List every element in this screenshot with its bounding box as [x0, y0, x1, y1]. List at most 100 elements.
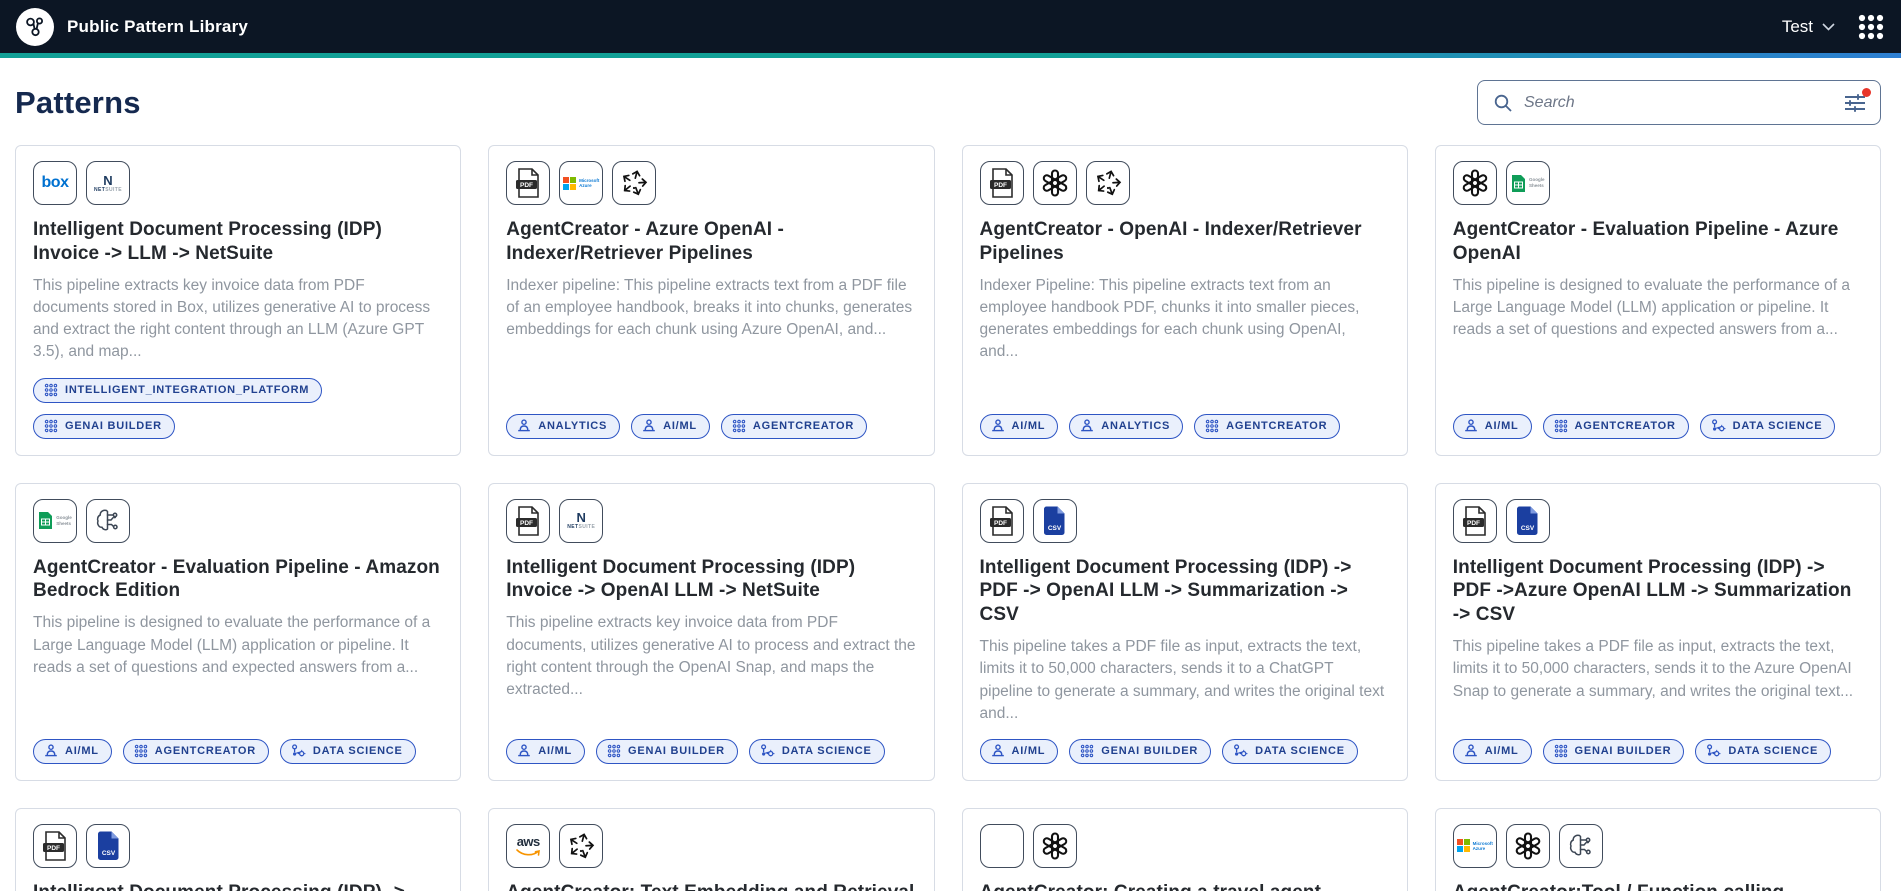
tag-label: AGENTCREATOR [1226, 420, 1328, 432]
person-icon [517, 419, 531, 433]
card-tags: AI/ML ANALYTICS AGENTCREATOR [979, 400, 1389, 439]
grid-dots-icon [1080, 744, 1094, 758]
pdf-file-icon: PDF [1452, 498, 1497, 543]
tag-label: ANALYTICS [1101, 420, 1171, 432]
card-tags: AI/ML AGENTCREATOR DATA SCIENCE [1452, 400, 1862, 439]
tag-ai-ml[interactable]: AI/ML [1452, 738, 1532, 764]
account-menu[interactable]: Test [1782, 17, 1835, 37]
netsuite-logo-icon: N NETSUITE [559, 498, 604, 543]
pattern-card[interactable]: PDF Microsoft Azure AgentCreator - Azure O… [488, 145, 935, 456]
tag-ai-ml[interactable]: AI/ML [33, 738, 112, 764]
integration-arrows-icon [612, 161, 657, 205]
tag-ai-ml[interactable]: AI/ML [979, 738, 1059, 764]
tag-label: AI/ML [1484, 420, 1519, 432]
search-input[interactable] [1524, 93, 1831, 112]
pattern-card[interactable]: AgentCreator: Creating a travel agent as… [961, 807, 1408, 891]
tag-genai-builder[interactable]: GENAI BUILDER [33, 413, 175, 439]
card-title: Intelligent Document Processing (IDP) In… [33, 219, 382, 264]
card-icons: box N NETSUITE [33, 161, 442, 205]
box-logo-icon: box [33, 161, 77, 205]
pattern-card[interactable]: PDF CSV Intelligent Document Processing (… [15, 807, 462, 891]
tag-analytics[interactable]: ANALYTICS [506, 413, 621, 439]
csv-file-icon: CSV [86, 823, 130, 868]
tag-ai-ml[interactable]: AI/ML [1452, 413, 1532, 439]
pattern-card[interactable]: PDF CSV Intelligent Document Processing (… [961, 482, 1408, 781]
svg-text:CSV: CSV [1521, 525, 1535, 532]
grid-dots-icon [44, 419, 58, 433]
chevron-down-icon [1822, 22, 1835, 31]
magnifier-icon [1494, 94, 1512, 112]
person-icon [991, 419, 1005, 433]
tag-label: AI/ML [663, 420, 697, 432]
tag-label: GENAI BUILDER [628, 745, 725, 758]
openai-logo-icon [1032, 161, 1077, 205]
tag-agentcreator[interactable]: AGENTCREATOR [1194, 413, 1341, 439]
azure-logo-icon: Microsoft Azure [559, 161, 604, 205]
svg-text:PDF: PDF [47, 845, 60, 852]
svg-text:PDF: PDF [1467, 520, 1480, 527]
apps-waffle-icon[interactable] [1857, 13, 1885, 41]
pattern-card[interactable]: PDF AgentCreator - OpenAI - Indexer/Retr… [961, 145, 1408, 456]
card-icons: aws [506, 823, 915, 868]
accent-divider [0, 53, 1901, 58]
person-icon [642, 419, 656, 433]
tag-data-science[interactable]: DATA SCIENCE [1699, 413, 1836, 439]
openai-logo-icon [1032, 823, 1077, 868]
filter-button[interactable] [1842, 87, 1871, 115]
person-icon [1080, 419, 1094, 433]
pattern-card[interactable]: MicrosoftAzure AgentCreator:Tool / Funct… [1434, 807, 1881, 891]
tag-data-science[interactable]: DATA SCIENCE [279, 738, 416, 764]
tag-ai-ml[interactable]: AI/ML [631, 413, 710, 439]
grid-dots-icon [134, 744, 148, 758]
card-icons: Microsoft Azure [1452, 823, 1862, 868]
pattern-card[interactable]: Google Sheets AgentCreator - Evaluation P… [1434, 145, 1881, 456]
tag-genai-builder[interactable]: GENAI BUILDER [1542, 738, 1685, 764]
tag-agentcreator[interactable]: AGENTCREATOR [122, 738, 269, 764]
person-icon [1464, 744, 1478, 758]
pattern-card[interactable]: PDF N NETSUITE Intelligent Document Proces… [488, 482, 935, 781]
card-title: Intelligent Document Processing (IDP) In… [506, 556, 856, 602]
card-icons: Google Sheets [33, 498, 442, 543]
tag-ai-ml[interactable]: AI/ML [506, 738, 586, 764]
tag-genai-builder[interactable]: GENAI BUILDER [1069, 738, 1212, 764]
nodes-icon [1706, 744, 1721, 758]
pdf-file-icon: PDF [979, 498, 1024, 543]
filter-active-badge [1862, 87, 1871, 97]
tag-label: DATA SCIENCE [781, 745, 872, 758]
grid-dots-icon [1205, 419, 1219, 433]
pattern-card[interactable]: PDF CSV Intelligent Document Processing (… [1434, 482, 1881, 781]
card-tags: AI/ML GENAI BUILDER DATA SCIENCE [506, 725, 915, 764]
pattern-card[interactable]: aws AgentCreator: Text Embedding and Ret… [488, 807, 935, 891]
tag-data-science[interactable]: DATA SCIENCE [1695, 738, 1832, 764]
app-title: Public Pattern Library [67, 16, 249, 36]
pdf-file-icon: PDF [979, 161, 1024, 205]
card-description: This pipeline is designed to evaluate th… [1452, 276, 1850, 339]
card-icons: PDF Microsoft Azure [506, 161, 915, 205]
tag-intelligent-integration-platform[interactable]: INTELLIGENT_INTEGRATION_PLATFORM [33, 377, 323, 403]
aws-logo-icon: aws [506, 823, 551, 868]
card-tags: INTELLIGENT_INTEGRATION_PLATFORM GENAI BU… [33, 364, 442, 439]
tag-data-science[interactable]: DATA SCIENCE [748, 738, 885, 764]
pattern-card[interactable]: Google Sheets AgentCreator - Evaluation P… [15, 482, 462, 781]
card-description: This pipeline takes a PDF file as input,… [1452, 638, 1854, 700]
tag-ai-ml[interactable]: AI/ML [979, 413, 1059, 439]
card-icons: PDF CSV [1452, 498, 1862, 543]
card-title: AgentCreator: Text Embedding and Retriev… [506, 881, 915, 891]
grid-dots-icon [44, 383, 58, 397]
svg-text:PDF: PDF [994, 182, 1007, 189]
card-title: AgentCreator - Azure OpenAI - Indexer/Re… [506, 219, 784, 264]
tag-data-science[interactable]: DATA SCIENCE [1222, 738, 1358, 764]
tag-genai-builder[interactable]: GENAI BUILDER [596, 738, 738, 764]
pattern-card[interactable]: box N NETSUITE Intelligent Document Proces… [15, 145, 462, 456]
card-description: This pipeline extracts key invoice data … [506, 614, 916, 698]
brain-circuit-icon [86, 498, 130, 543]
tag-analytics[interactable]: ANALYTICS [1069, 413, 1184, 439]
tag-label: AI/ML [65, 745, 99, 758]
tag-label: DATA SCIENCE [1732, 420, 1823, 432]
tag-agentcreator[interactable]: AGENTCREATOR [1542, 413, 1689, 439]
netsuite-logo-icon: N NETSUITE [86, 161, 130, 205]
pdf-file-icon: PDF [33, 823, 77, 868]
snaplogic-logo-icon [16, 7, 54, 46]
patterns-grid: box N NETSUITE Intelligent Document Proces… [15, 145, 1881, 891]
tag-agentcreator[interactable]: AGENTCREATOR [720, 413, 868, 439]
